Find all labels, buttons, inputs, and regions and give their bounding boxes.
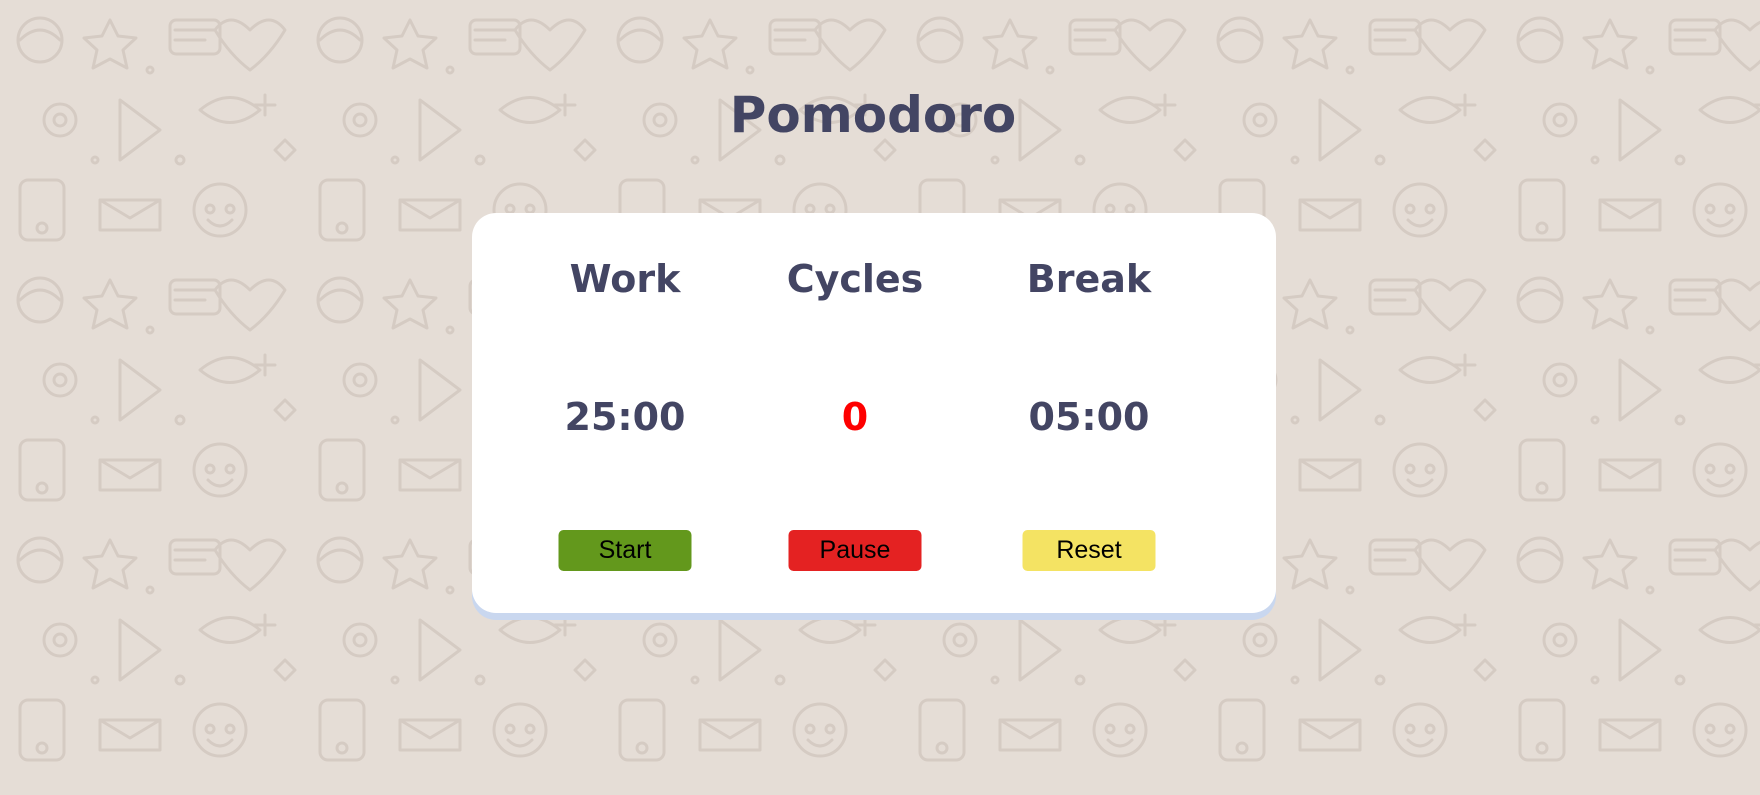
cycles-column: Cycles 0 Pause bbox=[745, 213, 965, 613]
work-column: Work 25:00 Start bbox=[515, 213, 735, 613]
pause-button[interactable]: Pause bbox=[788, 530, 922, 571]
work-label: Work bbox=[569, 257, 681, 301]
page-title: Pomodoro bbox=[729, 86, 1017, 144]
start-button[interactable]: Start bbox=[558, 530, 692, 571]
timer-card: Work 25:00 Start Cycles 0 Pause Break 05… bbox=[472, 213, 1276, 613]
break-column: Break 05:00 Reset bbox=[979, 213, 1199, 613]
break-timer: 05:00 bbox=[1028, 395, 1150, 439]
cycles-label: Cycles bbox=[786, 257, 924, 301]
work-timer: 25:00 bbox=[564, 395, 686, 439]
reset-button[interactable]: Reset bbox=[1022, 530, 1156, 571]
cycles-count: 0 bbox=[841, 395, 869, 439]
break-label: Break bbox=[1026, 257, 1152, 301]
